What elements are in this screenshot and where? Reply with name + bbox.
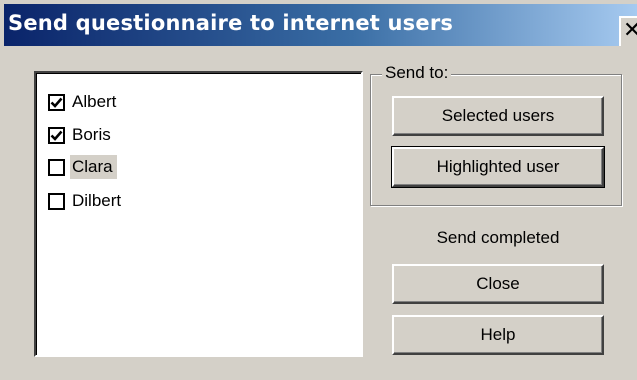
title-bar[interactable]: Send questionnaire to internet users ✕ [4, 4, 637, 46]
user-label-albert: Albert [72, 92, 117, 111]
highlighted-user-button[interactable]: Highlighted user [391, 146, 605, 188]
user-label-clara: Clara [70, 155, 117, 179]
check-mark-icon [50, 97, 63, 108]
help-button[interactable]: Help [392, 315, 604, 355]
check-mark-icon [50, 130, 63, 141]
user-list[interactable]: Albert Boris Clara Dilbert [34, 71, 363, 357]
close-icon: ✕ [623, 18, 637, 43]
dialog-window: Send questionnaire to internet users ✕ A… [0, 0, 637, 380]
user-label-dilbert: Dilbert [72, 191, 122, 210]
close-window-button[interactable]: ✕ [619, 16, 637, 46]
selected-users-button[interactable]: Selected users [392, 96, 604, 136]
checkbox-dilbert[interactable] [48, 192, 65, 210]
checkbox-clara[interactable] [48, 158, 65, 176]
user-label-boris: Boris [72, 125, 111, 144]
send-to-legend: Send to: [382, 63, 452, 83]
list-item-albert[interactable]: Albert [48, 87, 120, 117]
window-title: Send questionnaire to internet users [8, 11, 454, 35]
list-item-boris[interactable]: Boris [48, 120, 115, 150]
checkbox-boris[interactable] [48, 126, 65, 144]
close-button[interactable]: Close [392, 264, 604, 304]
list-item-clara[interactable]: Clara [48, 152, 117, 182]
status-text: Send completed [436, 228, 560, 247]
list-item-dilbert[interactable]: Dilbert [48, 186, 125, 216]
checkbox-albert[interactable] [48, 93, 65, 111]
